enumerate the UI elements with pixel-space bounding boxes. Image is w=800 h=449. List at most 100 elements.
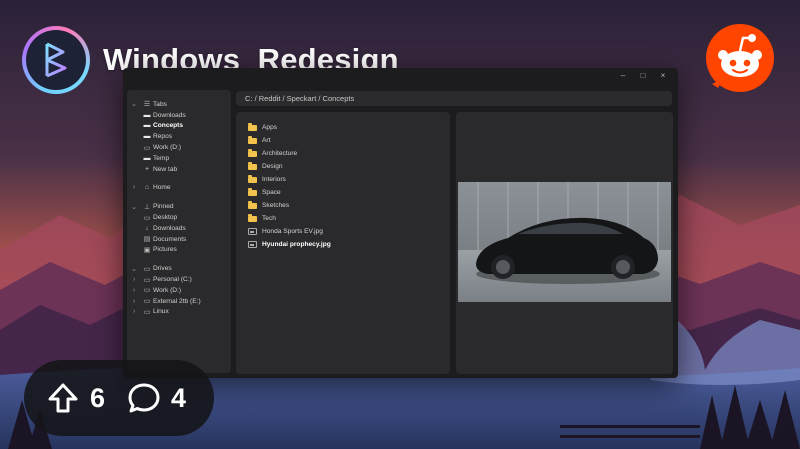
sidebar-item-work[interactable]: ▭ Work (D:) [127,142,231,153]
folder-icon [248,149,257,157]
sidebar-group-drives[interactable]: ⌄ ▭ Drives [127,263,231,274]
sidebar-item-label: Work (D:) [153,144,182,152]
folder-icon: ▬ [143,133,151,141]
folder-icon: ▬ [143,122,151,130]
list-item[interactable]: Honda Sports EV.jpg [236,225,450,238]
comment-count: 4 [171,382,187,413]
documents-icon: ▤ [143,236,151,244]
sidebar-item-label: Linux [153,308,169,316]
list-item[interactable]: Art [236,134,450,147]
folder-icon [248,136,257,144]
tabs-icon: ☰ [143,101,151,109]
list-item[interactable]: Sketches [236,199,450,212]
list-item[interactable]: Tech [236,212,450,225]
sidebar-group-tabs[interactable]: ⌄ ☰ Tabs [127,99,231,110]
minimize-button[interactable]: – [618,71,628,80]
file-explorer-window: – □ × C: / Reddit / Speckart / Concepts … [123,68,678,378]
drive-icon: ▭ [143,144,151,152]
pin-icon: ⊥ [143,203,151,211]
sidebar-item-label: Desktop [153,214,178,222]
chevron-right-icon[interactable]: › [127,298,141,305]
file-list: Apps Art Architecture Design Interiors S… [236,112,450,374]
sidebar-item-desktop[interactable]: ▭ Desktop [127,212,231,223]
community-logo[interactable] [22,26,90,94]
sidebar-item-concepts[interactable]: ▬ Concepts [127,121,231,132]
sidebar-item-repos[interactable]: ▬ Repos [127,131,231,142]
sidebar-item-label: Concepts [153,122,184,130]
comment-stat[interactable]: 4 [127,381,186,415]
sidebar-item-label: Downloads [153,111,186,119]
sidebar-item-label: Repos [153,133,173,141]
sidebar-item-label: Documents [153,235,187,243]
sidebar-item-label: Downloads [153,224,186,232]
community-logo-icon [45,42,67,78]
folder-icon [248,123,257,131]
chevron-down-icon[interactable]: ⌄ [127,265,141,273]
sidebar-item-label: External 2tb (E:) [153,297,201,305]
sidebar-item-personal-drive[interactable]: › ▭ Personal (C:) [127,274,231,285]
upvote-arrow-icon[interactable] [46,381,80,415]
list-item[interactable]: Apps [236,121,450,134]
address-bar[interactable]: C: / Reddit / Speckart / Concepts [236,91,672,106]
folder-icon [248,201,257,209]
folder-icon [248,175,257,183]
image-file-icon [248,241,257,248]
close-button[interactable]: × [658,71,668,80]
upvote-count: 6 [90,382,106,413]
image-file-icon [248,228,257,235]
window-controls: – □ × [618,71,668,80]
sidebar-item-documents[interactable]: ▤ Documents [127,234,231,245]
preview-pane [456,112,673,374]
post-stats: 6 4 [24,360,214,436]
sidebar-item-linux-drive[interactable]: › ▭ Linux [127,307,231,318]
drive-icon: ▭ [143,298,151,306]
folder-icon: ▬ [143,154,151,162]
drive-icon: ▭ [143,287,151,295]
sidebar-item-external-drive[interactable]: › ▭ External 2tb (E:) [127,296,231,307]
upvote-stat[interactable]: 6 [46,381,105,415]
drive-icon: ▭ [143,276,151,284]
comment-bubble-icon[interactable] [127,381,161,415]
sidebar-item-label: Temp [153,154,170,162]
sidebar-group-pinned[interactable]: ⌄ ⊥ Pinned [127,201,231,212]
chevron-right-icon[interactable]: › [127,287,141,294]
folder-icon [248,188,257,196]
drives-icon: ▭ [143,265,151,273]
sidebar-item-pictures[interactable]: ▣ Pictures [127,245,231,256]
sidebar-group-label: Home [153,184,171,192]
pictures-icon: ▣ [143,246,151,254]
sidebar-group-label: Pinned [153,203,174,211]
plus-icon: + [144,165,150,173]
download-icon: ↓ [145,224,149,232]
sidebar-item-label: New tab [153,165,178,173]
sidebar-item-downloads[interactable]: ▬ Downloads [127,110,231,121]
sidebar-group-label: Drives [153,265,172,273]
desktop-icon: ▭ [143,214,151,222]
folder-icon: ▬ [143,111,151,119]
folder-icon [248,214,257,222]
sidebar-item-label: Personal (C:) [153,276,192,284]
list-item[interactable]: Design [236,160,450,173]
chevron-right-icon[interactable]: › [127,184,141,191]
chevron-down-icon[interactable]: ⌄ [127,203,141,211]
sidebar-group-home[interactable]: › ⌂ Home [127,183,231,194]
chevron-right-icon[interactable]: › [127,308,141,315]
list-item-selected[interactable]: Hyundai prophecy.jpg [236,238,450,251]
chevron-right-icon[interactable]: › [127,276,141,283]
sidebar-item-downloads-pinned[interactable]: ↓ Downloads [127,223,231,234]
maximize-button[interactable]: □ [638,71,648,80]
car-preview-image [458,182,671,302]
sidebar-group-label: Tabs [153,100,167,108]
sidebar-item-label: Pictures [153,246,177,254]
list-item[interactable]: Interiors [236,173,450,186]
sidebar-item-temp[interactable]: ▬ Temp [127,153,231,164]
reddit-icon[interactable] [704,22,776,94]
list-item[interactable]: Architecture [236,147,450,160]
sidebar-item-new-tab[interactable]: + New tab [127,164,231,175]
drive-icon: ▭ [143,308,151,316]
sidebar: ⌄ ☰ Tabs ▬ Downloads ▬ Concepts ▬ Repos … [127,90,231,373]
folder-icon [248,162,257,170]
chevron-down-icon[interactable]: ⌄ [127,100,141,108]
list-item[interactable]: Space [236,186,450,199]
sidebar-item-work-drive[interactable]: › ▭ Work (D:) [127,285,231,296]
